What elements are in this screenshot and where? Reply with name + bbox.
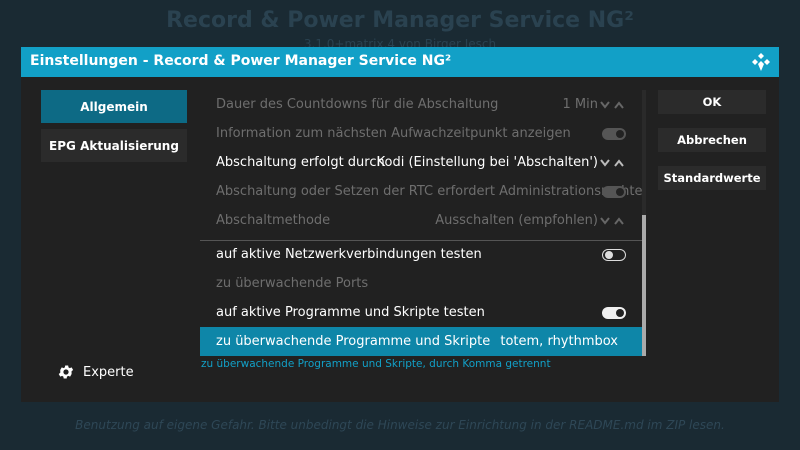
sidebar-item-allgemein[interactable]: Allgemein	[41, 90, 187, 123]
expert-label: Experte	[83, 364, 134, 380]
setting-countdown-duration[interactable]: Dauer des Countdowns für die Abschaltung…	[200, 90, 646, 119]
scrollbar[interactable]	[642, 90, 646, 356]
setting-shutdown-method[interactable]: Abschaltmethode Ausschalten (empfohlen)	[200, 206, 646, 235]
sidebar-item-label: Allgemein	[80, 99, 148, 114]
settings-list: Dauer des Countdowns für die Abschaltung…	[200, 90, 646, 356]
spinner-arrows-icon[interactable]	[600, 99, 626, 111]
setting-test-programs[interactable]: auf aktive Programme und Skripte testen	[200, 298, 646, 327]
spinner-arrows-icon[interactable]	[600, 215, 626, 227]
background-title: Record & Power Manager Service NG²	[166, 8, 634, 33]
section-divider	[200, 240, 646, 241]
cancel-button-label: Abbrechen	[677, 133, 747, 147]
defaults-button-label: Standardwerte	[663, 171, 761, 185]
setting-wakeup-info[interactable]: Information zum nächsten Aufwachzeitpunk…	[200, 119, 646, 148]
setting-label: Abschaltung oder Setzen der RTC erforder…	[216, 184, 643, 199]
spinner-arrows-icon[interactable]	[600, 157, 626, 169]
setting-label: auf aktive Netzwerkverbindungen testen	[216, 247, 482, 262]
setting-label: auf aktive Programme und Skripte testen	[216, 305, 485, 320]
setting-admin-rights[interactable]: Abschaltung oder Setzen der RTC erforder…	[200, 177, 646, 206]
setting-label: zu überwachende Programme und Skripte	[216, 334, 491, 349]
dialog-header: Einstellungen - Record & Power Manager S…	[21, 47, 779, 77]
gear-icon	[58, 365, 74, 379]
expert-level-button[interactable]: Experte	[57, 363, 134, 381]
sidebar-item-epg-aktualisierung[interactable]: EPG Aktualisierung	[41, 129, 187, 162]
background-footer: Benutzung auf eigene Gefahr. Bitte unbed…	[75, 418, 725, 432]
setting-label: Abschaltung erfolgt durch	[216, 155, 385, 170]
setting-test-network[interactable]: auf aktive Netzwerkverbindungen testen	[200, 240, 646, 269]
toggle-switch[interactable]	[602, 307, 626, 319]
setting-value: Ausschalten (empfohlen)	[435, 213, 598, 228]
setting-label: Dauer des Countdowns für die Abschaltung	[216, 97, 499, 112]
setting-value: totem, rhythmbox	[500, 334, 618, 349]
setting-value: 1 Min	[562, 97, 598, 112]
setting-monitored-programs[interactable]: zu überwachende Programme und Skripte to…	[200, 327, 646, 356]
toggle-switch[interactable]	[602, 186, 626, 198]
cancel-button[interactable]: Abbrechen	[658, 128, 766, 152]
settings-dialog: Einstellungen - Record & Power Manager S…	[21, 47, 779, 402]
dialog-title: Einstellungen - Record & Power Manager S…	[30, 53, 452, 69]
setting-label: Abschaltmethode	[216, 213, 331, 228]
setting-value: Kodi (Einstellung bei 'Abschalten')	[376, 155, 598, 170]
setting-hint: zu überwachende Programme und Skripte, d…	[201, 358, 551, 370]
toggle-switch[interactable]	[602, 249, 626, 261]
setting-monitored-ports[interactable]: zu überwachende Ports	[200, 269, 646, 298]
ok-button-label: OK	[702, 95, 722, 109]
setting-shutdown-by[interactable]: Abschaltung erfolgt durch Kodi (Einstell…	[200, 148, 646, 177]
setting-label: zu überwachende Ports	[216, 276, 369, 291]
defaults-button[interactable]: Standardwerte	[658, 166, 766, 190]
toggle-switch[interactable]	[602, 128, 626, 140]
setting-label: Information zum nächsten Aufwachzeitpunk…	[216, 126, 571, 141]
kodi-logo-icon	[752, 53, 770, 71]
ok-button[interactable]: OK	[658, 90, 766, 114]
scrollbar-thumb[interactable]	[642, 215, 646, 356]
sidebar-item-label: EPG Aktualisierung	[49, 138, 179, 153]
